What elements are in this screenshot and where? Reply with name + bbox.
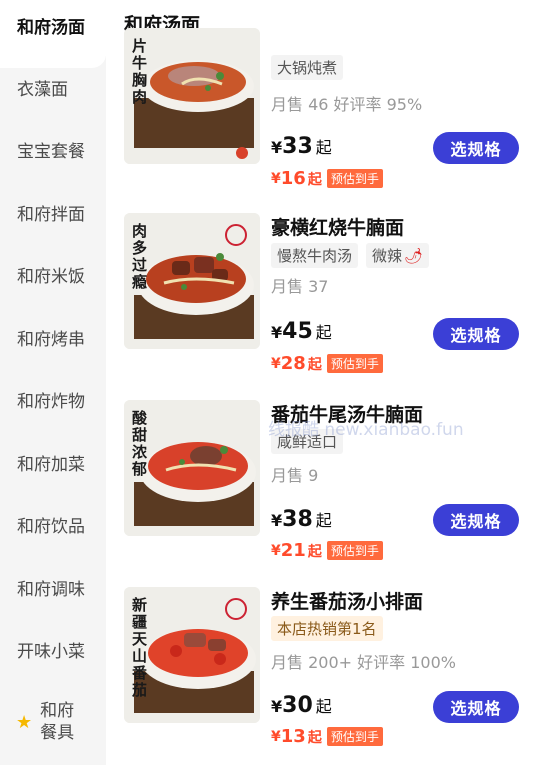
star-icon: ★ [16, 711, 33, 733]
sidebar-item-yizao-noodles[interactable]: 衣藻面 [0, 56, 106, 118]
thumb-caption: 新疆天山番茄 [132, 596, 148, 699]
product-card[interactable]: 肉多过瘾 豪横红烧牛腩面 慢熬牛肉汤 微辣 🌶 月售 37 ¥45 起 ¥28 起 预… [106, 213, 540, 399]
select-spec-button[interactable]: 选规格 [433, 132, 519, 164]
sidebar-item-skewers[interactable]: 和府烤串 [0, 306, 106, 368]
sidebar-item-label: 和府调味 [17, 579, 85, 600]
estimated-price: ¥16 起 预估到手 [271, 168, 383, 189]
sidebar-item-label: 和府拌面 [17, 204, 85, 225]
sidebar-item-drinks[interactable]: 和府饮品 [0, 493, 106, 555]
product-tag: 微辣 🌶 [366, 243, 430, 268]
thumb-caption: 肉多过瘾 [132, 222, 148, 291]
estimated-price: ¥21 起 预估到手 [271, 540, 383, 561]
sales-info: 月售 9 [271, 466, 319, 485]
tag-list: 大锅炖煮 [271, 55, 344, 80]
product-image: 片牛胸肉 [124, 28, 260, 164]
estimate-badge: 预估到手 [326, 541, 383, 560]
sidebar-item-label: 衣藻面 [17, 79, 68, 100]
estimate-badge: 预估到手 [326, 354, 383, 373]
price: ¥30 起 [271, 693, 332, 718]
sidebar-item-label: 和府加菜 [17, 454, 85, 475]
bestseller-tag: 本店热销第1名 [271, 616, 383, 641]
sidebar-item-label: 宝宝套餐 [17, 141, 85, 162]
sidebar-item-label: 和府饮品 [17, 516, 85, 537]
product-tag: 大锅炖煮 [271, 55, 344, 80]
sidebar-item-hefu-soup-noodles[interactable]: 和府汤面 [0, 0, 106, 56]
select-spec-button[interactable]: 选规格 [433, 691, 519, 723]
sales-info: 月售 37 [271, 277, 329, 296]
sidebar-item-appetizers[interactable]: 开味小菜 [0, 618, 106, 680]
product-name: 养生番茄汤小排面 [271, 591, 424, 613]
sidebar-item-label: 开味小菜 [17, 641, 85, 662]
price: ¥45 起 [271, 319, 332, 344]
select-spec-button[interactable]: 选规格 [433, 504, 519, 536]
sidebar-item-extra-dishes[interactable]: 和府加菜 [0, 431, 106, 493]
tag-list: 慢熬牛肉汤 微辣 🌶 [271, 243, 430, 268]
sidebar-item-seasoning[interactable]: 和府调味 [0, 556, 106, 618]
price: ¥33 起 [271, 134, 332, 159]
sidebar-item-fried[interactable]: 和府炸物 [0, 368, 106, 430]
sidebar-item-label: 和府汤面 [17, 17, 85, 38]
product-image: 新疆天山番茄 [124, 587, 260, 723]
sidebar-item-label: 和府米饭 [17, 266, 85, 287]
sidebar-item-kids-meal[interactable]: 宝宝套餐 [0, 118, 106, 180]
sidebar-item-rice[interactable]: 和府米饭 [0, 243, 106, 305]
watermark: 线报酷 new.xianbao.fun [268, 420, 464, 440]
tag-list: 本店热销第1名 [271, 616, 383, 641]
sidebar-item-label: 和府烤串 [17, 329, 85, 350]
product-list: 和府汤面 片牛胸肉 大锅炖煮 月售 46 好评率 95% ¥33 起 ¥ 16 … [106, 0, 540, 765]
estimate-badge: 预估到手 [326, 727, 383, 746]
category-sidebar: 和府汤面 衣藻面 宝宝套餐 和府拌面 和府米饭 和府烤串 和府炸物 和府加菜 和… [0, 0, 106, 765]
thumb-caption: 片牛胸肉 [132, 37, 148, 106]
sales-info: 月售 200+ 好评率 100% [271, 653, 456, 672]
sidebar-item-label: 和府 餐具 [40, 701, 75, 743]
estimated-price: ¥13 起 预估到手 [271, 726, 383, 747]
product-image: 酸甜浓郁 [124, 400, 260, 536]
product-tag: 慢熬牛肉汤 [271, 243, 359, 268]
estimated-price: ¥28 起 预估到手 [271, 353, 383, 374]
sidebar-item-tableware[interactable]: ★ 和府 餐具 [0, 690, 106, 754]
thumb-caption: 酸甜浓郁 [132, 409, 148, 478]
sales-info: 月售 46 好评率 95% [271, 95, 423, 114]
product-card[interactable]: 新疆天山番茄 养生番茄汤小排面 本店热销第1名 月售 200+ 好评率 100%… [106, 587, 540, 765]
price: ¥38 起 [271, 507, 332, 532]
sidebar-item-label: 和府炸物 [17, 391, 85, 412]
product-image: 肉多过瘾 [124, 213, 260, 349]
product-name: 豪横红烧牛腩面 [271, 217, 405, 239]
sidebar-item-mixed-noodles[interactable]: 和府拌面 [0, 181, 106, 243]
estimate-badge: 预估到手 [326, 169, 383, 188]
select-spec-button[interactable]: 选规格 [433, 318, 519, 350]
chili-icon: 🌶 [404, 247, 424, 265]
product-card[interactable]: 片牛胸肉 大锅炖煮 月售 46 好评率 95% ¥33 起 ¥16 起 预估到手 选… [106, 28, 540, 214]
